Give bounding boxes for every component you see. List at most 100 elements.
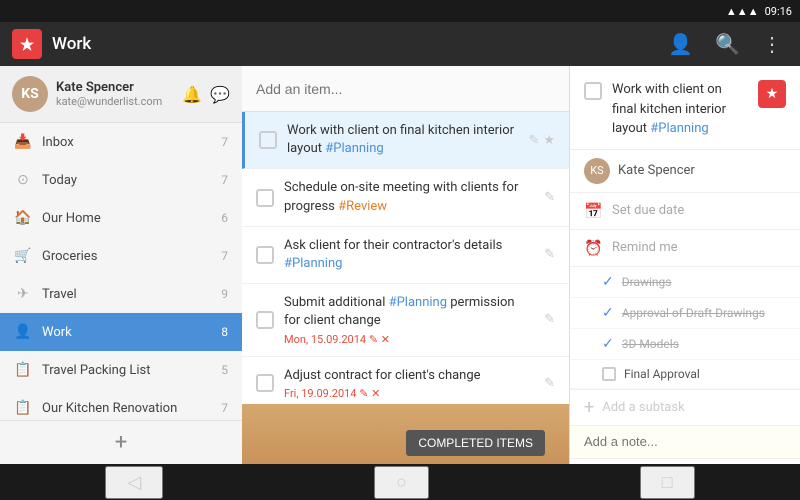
sidebar-label-inbox: Inbox bbox=[42, 135, 211, 150]
subtask-uncheck-icon bbox=[602, 367, 616, 381]
subtask-item[interactable]: Final Approval bbox=[570, 360, 800, 389]
sidebar-item-our-home[interactable]: 🏠 Our Home 6 bbox=[0, 199, 242, 237]
sidebar-count-travel-packing-list: 5 bbox=[221, 363, 228, 377]
due-date-label: Set due date bbox=[612, 203, 684, 218]
wifi-icon: ▲▲▲ bbox=[726, 5, 759, 18]
due-date-row[interactable]: 📅 Set due date bbox=[570, 193, 800, 230]
status-bar: ▲▲▲ 09:16 bbox=[0, 0, 800, 22]
search-button[interactable]: 🔍 bbox=[709, 28, 746, 61]
task-item[interactable]: Adjust contract for client's change Fri,… bbox=[242, 357, 569, 405]
message-icon[interactable]: 💬 bbox=[210, 85, 230, 104]
sidebar-list: 📥 Inbox 7 ⊙ Today 7 🏠 Our Home 6 🛒 Groce… bbox=[0, 123, 242, 420]
task-item[interactable]: Schedule on-site meeting with clients fo… bbox=[242, 169, 569, 226]
subtask-item[interactable]: ✓ Approval of Draft Drawings bbox=[570, 298, 800, 329]
task-item[interactable]: Work with client on final kitchen interi… bbox=[242, 112, 569, 169]
notes-section[interactable] bbox=[570, 426, 800, 459]
sidebar-label-travel-packing-list: Travel Packing List bbox=[42, 363, 211, 378]
sidebar-item-our-kitchen-renovation[interactable]: 📋 Our Kitchen Renovation 7 bbox=[0, 389, 242, 420]
add-item-bar[interactable] bbox=[242, 66, 569, 112]
star-button[interactable]: ★ bbox=[758, 80, 786, 108]
task-checkbox[interactable] bbox=[256, 246, 274, 264]
add-list-button[interactable]: + bbox=[0, 420, 242, 464]
add-subtask-row[interactable]: + Add a subtask bbox=[570, 390, 800, 426]
sidebar-count-work: 8 bbox=[221, 325, 228, 339]
back-button[interactable]: ◁ bbox=[105, 466, 163, 499]
subtask-check-icon: ✓ bbox=[602, 305, 614, 321]
sidebar-count-our-home: 6 bbox=[221, 211, 228, 225]
task-icons: ✎ bbox=[544, 247, 555, 262]
task-icons: ✎ bbox=[544, 312, 555, 327]
task-edit-icon[interactable]: ✎ bbox=[544, 247, 555, 262]
sidebar-item-inbox[interactable]: 📥 Inbox 7 bbox=[0, 123, 242, 161]
sidebar-item-groceries[interactable]: 🛒 Groceries 7 bbox=[0, 237, 242, 275]
sidebar-icon-travel-packing-list: 📋 bbox=[14, 362, 32, 378]
task-checkbox[interactable] bbox=[259, 131, 277, 149]
task-checkbox[interactable] bbox=[256, 374, 274, 392]
task-content: Work with client on final kitchen interi… bbox=[287, 122, 518, 158]
subtask-label: Drawings bbox=[622, 275, 672, 289]
add-item-input[interactable] bbox=[256, 81, 555, 97]
task-edit-icon[interactable]: ✎ bbox=[544, 376, 555, 391]
sidebar-count-our-kitchen-renovation: 7 bbox=[221, 401, 228, 415]
app-icon: ★ bbox=[12, 29, 42, 59]
task-content: Submit additional #Planning permission f… bbox=[284, 294, 534, 345]
detail-assigned[interactable]: KS Kate Spencer bbox=[570, 150, 800, 193]
completed-items-button[interactable]: COMPLETED ITEMS bbox=[406, 430, 545, 456]
task-date: Fri, 19.09.2014 ✎ ✕ bbox=[284, 387, 534, 400]
notes-input[interactable] bbox=[584, 434, 786, 449]
bottom-nav: ◁ ○ □ bbox=[0, 464, 800, 500]
notification-icon[interactable]: 🔔 bbox=[182, 85, 202, 104]
task-item[interactable]: Ask client for their contractor's detail… bbox=[242, 227, 569, 284]
task-list: Work with client on final kitchen interi… bbox=[242, 112, 569, 404]
sidebar-item-travel[interactable]: ✈ Travel 9 bbox=[0, 275, 242, 313]
subtask-label: Final Approval bbox=[624, 367, 700, 381]
assignee-name: Kate Spencer bbox=[618, 163, 695, 178]
main-content: KS Kate Spencer kate@wunderlist.com 🔔 💬 … bbox=[0, 66, 800, 464]
task-text: Adjust contract for client's change bbox=[284, 367, 534, 385]
home-button[interactable]: ○ bbox=[374, 466, 429, 499]
sidebar-label-our-kitchen-renovation: Our Kitchen Renovation bbox=[42, 401, 211, 416]
subtask-label: 3D Models bbox=[622, 337, 679, 351]
sidebar-count-groceries: 7 bbox=[221, 249, 228, 263]
add-user-button[interactable]: 👤 bbox=[662, 28, 699, 61]
task-text: Ask client for their contractor's detail… bbox=[284, 237, 534, 273]
user-actions: 🔔 💬 bbox=[182, 85, 230, 104]
task-icons: ✎ ★ bbox=[528, 133, 555, 148]
task-content: Schedule on-site meeting with clients fo… bbox=[284, 179, 534, 215]
subtask-item[interactable]: ✓ Drawings bbox=[570, 267, 800, 298]
task-text: Schedule on-site meeting with clients fo… bbox=[284, 179, 534, 215]
sidebar-count-inbox: 7 bbox=[221, 135, 228, 149]
more-button[interactable]: ⋮ bbox=[756, 28, 788, 61]
detail-panel: Work with client on final kitchen interi… bbox=[570, 66, 800, 464]
task-checkbox[interactable] bbox=[256, 311, 274, 329]
detail-title: Work with client on final kitchen interi… bbox=[612, 80, 748, 139]
sidebar-icon-travel: ✈ bbox=[14, 286, 32, 302]
task-item[interactable]: Submit additional #Planning permission f… bbox=[242, 284, 569, 356]
user-profile[interactable]: KS Kate Spencer kate@wunderlist.com 🔔 💬 bbox=[0, 66, 242, 123]
recents-button[interactable]: □ bbox=[640, 466, 695, 499]
calendar-icon: 📅 bbox=[584, 202, 602, 220]
task-content: Ask client for their contractor's detail… bbox=[284, 237, 534, 273]
task-edit-icon[interactable]: ✎ bbox=[544, 190, 555, 205]
task-icons: ✎ bbox=[544, 190, 555, 205]
sidebar: KS Kate Spencer kate@wunderlist.com 🔔 💬 … bbox=[0, 66, 242, 464]
sidebar-item-travel-packing-list[interactable]: 📋 Travel Packing List 5 bbox=[0, 351, 242, 389]
task-edit-icon[interactable]: ✎ bbox=[528, 133, 539, 148]
task-edit-icon[interactable]: ✎ bbox=[544, 312, 555, 327]
task-icons: ✎ bbox=[544, 376, 555, 391]
user-email: kate@wunderlist.com bbox=[56, 95, 174, 108]
page-title: Work bbox=[52, 34, 652, 54]
task-date: Mon, 15.09.2014 ✎ ✕ bbox=[284, 333, 534, 346]
sidebar-count-travel: 9 bbox=[221, 287, 228, 301]
subtask-item[interactable]: ✓ 3D Models bbox=[570, 329, 800, 360]
alarm-icon: ⏰ bbox=[584, 239, 602, 257]
remind-row[interactable]: ⏰ Remind me bbox=[570, 230, 800, 267]
task-checkbox[interactable] bbox=[256, 189, 274, 207]
sidebar-item-work[interactable]: 👤 Work 8 bbox=[0, 313, 242, 351]
detail-checkbox[interactable] bbox=[584, 82, 602, 100]
subtasks-section: ✓ Drawings ✓ Approval of Draft Drawings … bbox=[570, 267, 800, 390]
task-star-icon[interactable]: ★ bbox=[543, 133, 555, 148]
sidebar-icon-our-home: 🏠 bbox=[14, 210, 32, 226]
sidebar-item-today[interactable]: ⊙ Today 7 bbox=[0, 161, 242, 199]
subtask-check-icon: ✓ bbox=[602, 274, 614, 290]
